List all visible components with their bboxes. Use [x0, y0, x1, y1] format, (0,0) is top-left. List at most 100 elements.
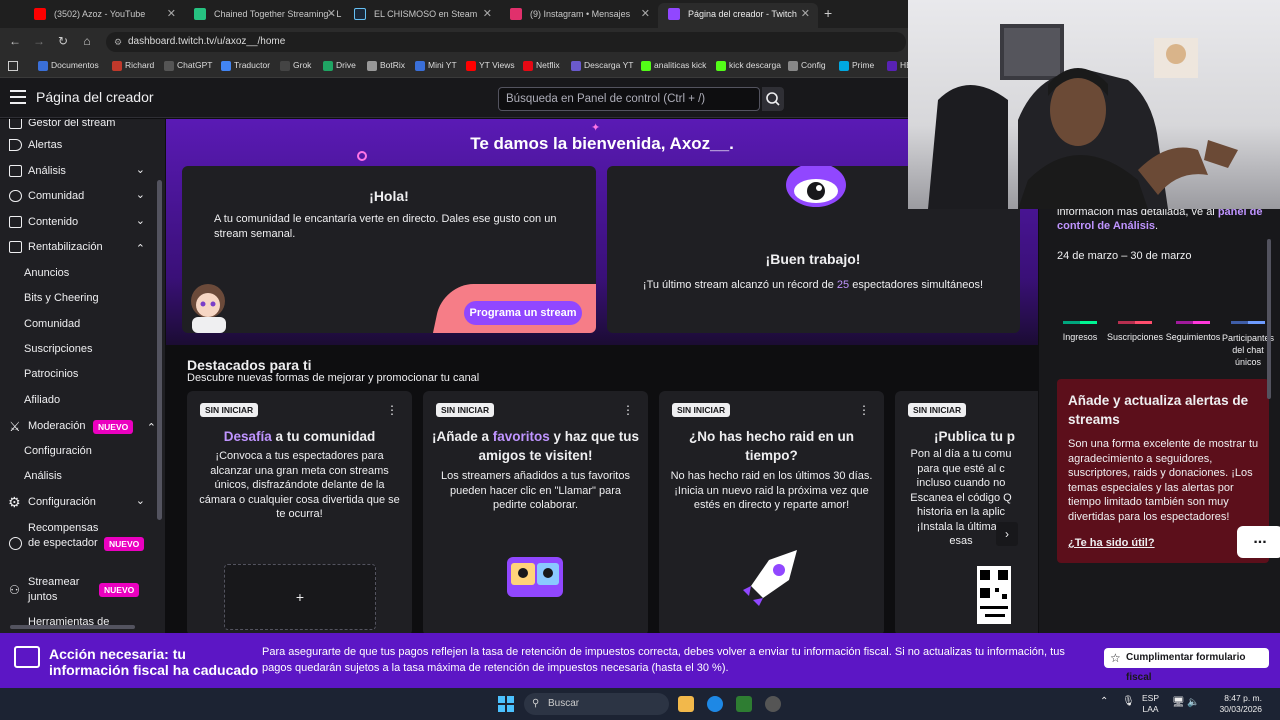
chat-bubble-button[interactable]: ... — [1237, 526, 1280, 558]
legend-item-follows[interactable]: Seguimientos — [1165, 321, 1221, 342]
browser-tab-instagram[interactable]: (9) Instagram • Mensajes ✕ — [500, 3, 658, 28]
bookmark[interactable]: Config — [788, 60, 826, 71]
bookmark[interactable]: Documentos — [38, 60, 99, 71]
language-indicator[interactable]: ESP LAA — [1142, 693, 1159, 715]
schedule-stream-button[interactable]: Programa un stream — [464, 301, 582, 325]
search-button[interactable] — [762, 87, 784, 111]
sidebar-item-rewards[interactable]: Recompensas de espectador NUEVO — [0, 521, 160, 567]
featured-card-publish[interactable]: SIN INICIAR ¡Publica tu p Pon al día a t… — [895, 391, 1038, 633]
sidebar-subitem-ads[interactable]: Anuncios — [24, 267, 69, 279]
alerts-tip-card: Añade y actualiza alertas de streams Son… — [1057, 379, 1280, 563]
sidebar-item-label: Comunidad — [28, 190, 85, 202]
windows-start-icon[interactable] — [498, 696, 514, 712]
hamburger-menu-icon[interactable] — [10, 90, 26, 104]
url-text: dashboard.twitch.tv/u/axoz__/home — [128, 36, 286, 47]
sidebar-item-label: Alertas — [28, 139, 63, 151]
microphone-icon[interactable]: 🎙 — [1122, 696, 1135, 707]
bookmark[interactable]: Prime — [839, 60, 874, 71]
legend-label: Ingresos — [1062, 332, 1098, 342]
featured-card-title: Desafía a tu comunidad — [195, 427, 404, 446]
dashboard-search-input[interactable]: Búsqueda en Panel de control (Ctrl + /) — [498, 87, 760, 111]
more-options-icon[interactable]: ⋮ — [622, 403, 634, 417]
sidebar-item-alerts[interactable]: Alertas — [0, 134, 155, 158]
obs-icon[interactable] — [765, 696, 781, 712]
bookmark[interactable]: Richard — [112, 60, 154, 71]
new-tab-icon[interactable]: + — [824, 5, 832, 21]
file-explorer-icon[interactable] — [678, 696, 694, 712]
featured-title: Destacados para ti — [187, 357, 312, 373]
sidebar-item-monetization[interactable]: Rentabilización ⌃ — [0, 236, 155, 260]
tax-form-button[interactable]: ☆ Cumplimentar formulario fiscal — [1104, 648, 1269, 683]
horizontal-scrollbar[interactable] — [10, 625, 135, 629]
bookmark-label: Mini YT — [428, 60, 457, 70]
bookmark[interactable]: YT Views — [466, 60, 515, 71]
close-tab-icon[interactable]: ✕ — [801, 3, 810, 25]
sidebar-item-community[interactable]: Comunidad ⌄ — [0, 185, 155, 209]
carousel-next-button[interactable]: › — [996, 522, 1018, 546]
sidebar-subitem-bits[interactable]: Bits y Cheering — [24, 292, 99, 304]
sidebar-subitem-mod-settings[interactable]: Configuración — [24, 445, 92, 457]
bookmark-label: Netflix — [536, 60, 560, 70]
app-icon[interactable] — [736, 696, 752, 712]
sidebar-item-content[interactable]: Contenido ⌄ — [0, 211, 155, 235]
bookmark[interactable]: Mini YT — [415, 60, 457, 71]
bookmark-label: Documentos — [51, 60, 99, 70]
url-field[interactable]: ⚙ dashboard.twitch.tv/u/axoz__/home — [106, 32, 906, 52]
browser-tab-steam[interactable]: EL CHISMOSO en Steam ✕ — [344, 3, 500, 28]
close-tab-icon[interactable]: ✕ — [327, 3, 336, 25]
bookmark[interactable]: Netflix — [523, 60, 560, 71]
sidebar-item-settings[interactable]: ⚙ Configuración ⌄ — [0, 491, 155, 515]
featured-card-challenge[interactable]: SIN INICIAR ⋮ Desafía a tu comunidad ¡Co… — [187, 391, 412, 633]
sidebar-item-stream-together[interactable]: ⚇ Streamear juntos NUEVO — [0, 575, 160, 607]
sidebar-scrollbar[interactable] — [157, 180, 162, 520]
bookmark[interactable]: BotRix — [367, 60, 405, 71]
chrome-icon[interactable] — [707, 696, 723, 712]
browser-tab-twitch[interactable]: Página del creador - Twitch ✕ — [658, 3, 818, 28]
more-options-icon[interactable]: ⋮ — [386, 403, 398, 417]
sidebar: Gestor del stream Alertas Análisis ⌄ Com… — [0, 119, 165, 633]
bookmark[interactable]: ChatGPT — [164, 60, 212, 71]
close-tab-icon[interactable]: ✕ — [641, 3, 650, 25]
bookmark[interactable]: Grok — [280, 60, 311, 71]
sidebar-subitem-mod-analytics[interactable]: Análisis — [24, 470, 62, 482]
more-options-icon[interactable]: ⋮ — [858, 403, 870, 417]
sidebar-subitem-subscriptions[interactable]: Suscripciones — [24, 343, 92, 355]
browser-tab-streaming[interactable]: Chained Together Streaming - L ✕ — [184, 3, 344, 28]
sidebar-item-analytics[interactable]: Análisis ⌄ — [0, 160, 155, 184]
good-job-text-part: espectadores simultáneos! — [849, 279, 984, 291]
network-icon[interactable]: 🖥 — [1172, 697, 1185, 708]
sidebar-subitem-community[interactable]: Comunidad — [24, 318, 80, 330]
sidebar-item-moderation[interactable]: ⚔ Moderación NUEVO ⌃ — [0, 415, 160, 439]
taskbar-search[interactable]: ⚲ Buscar — [524, 693, 669, 715]
featured-card-raid[interactable]: SIN INICIAR ⋮ ¿No has hecho raid en un t… — [659, 391, 884, 633]
legend-item-subscriptions[interactable]: Suscripciones — [1105, 321, 1165, 342]
home-icon[interactable]: ⌂ — [78, 34, 96, 48]
bookmark[interactable]: Traductor — [221, 60, 271, 71]
sidebar-subitem-affiliate[interactable]: Afiliado — [24, 394, 60, 406]
browser-tab-youtube[interactable]: (3502) Azoz - YouTube ✕ — [24, 3, 184, 28]
close-tab-icon[interactable]: ✕ — [167, 3, 176, 25]
bookmark[interactable]: analiticas kick — [641, 60, 706, 71]
chevron-up-icon[interactable]: ⌃ — [1100, 696, 1108, 707]
add-challenge-button[interactable]: + — [224, 564, 376, 630]
featured-card-favorites[interactable]: SIN INICIAR ⋮ ¡Añade a favoritos y haz q… — [423, 391, 648, 633]
helpful-feedback-link[interactable]: ¿Te ha sido útil? — [1068, 537, 1155, 549]
bookmark-label: Traductor — [234, 60, 271, 70]
bookmark[interactable]: kick descarga — [716, 60, 781, 71]
bookmark[interactable]: Descarga YT — [571, 60, 633, 71]
clock[interactable]: 8:47 p. m. 30/03/2026 — [1200, 693, 1262, 715]
bookmark[interactable]: Drive — [323, 60, 356, 71]
forward-icon[interactable]: → — [30, 34, 48, 48]
site-info-icon[interactable]: ⚙ — [114, 32, 122, 52]
tab-title: Página del creador - Twitch — [688, 9, 797, 19]
reload-icon[interactable]: ↻ — [54, 34, 72, 48]
sidebar-subitem-sponsorships[interactable]: Patrocinios — [24, 368, 78, 380]
volume-icon[interactable]: 🔈 — [1187, 697, 1199, 708]
back-icon[interactable]: ← — [6, 34, 24, 48]
right-panel-scrollbar[interactable] — [1267, 239, 1271, 399]
webcam-image — [928, 24, 1238, 209]
legend-item-revenue[interactable]: Ingresos — [1059, 321, 1101, 342]
apps-grid-icon[interactable] — [8, 61, 18, 71]
close-tab-icon[interactable]: ✕ — [483, 3, 492, 25]
region-code: LAA — [1142, 704, 1159, 714]
